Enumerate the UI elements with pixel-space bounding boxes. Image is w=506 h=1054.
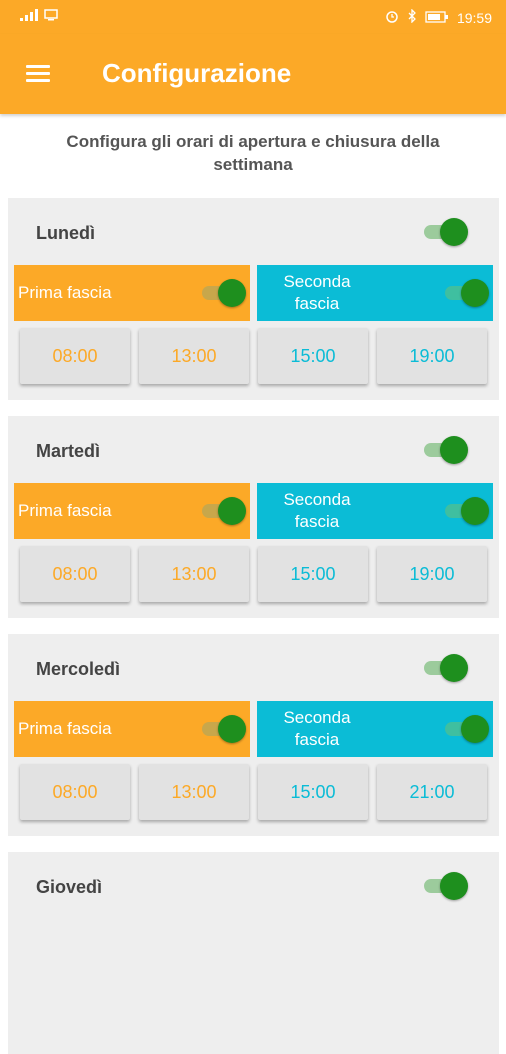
first-open-time-button[interactable]: 08:00 (20, 328, 130, 384)
intro-text: Configura gli orari di apertura e chiusu… (66, 132, 440, 174)
menu-icon[interactable] (24, 62, 54, 84)
second-open-time-button[interactable]: 15:00 (258, 328, 368, 384)
second-band-label: Seconda fascia (283, 272, 351, 313)
alarm-icon (385, 9, 399, 26)
day-toggle[interactable] (420, 217, 468, 247)
second-band: Seconda fascia (257, 701, 493, 757)
signal-icon (20, 9, 38, 24)
status-time: 19:59 (456, 9, 492, 26)
battery-icon (425, 10, 449, 26)
day-card-martedi: Martedì Prima fascia Seconda fascia 08:0… (8, 416, 499, 618)
day-label: Mercoledì (36, 659, 121, 679)
bluetooth-icon (407, 8, 417, 26)
second-band-toggle[interactable] (441, 278, 489, 308)
first-band-toggle[interactable] (198, 278, 246, 308)
first-band: Prima fascia (14, 701, 250, 757)
first-close-time-button[interactable]: 13:00 (139, 764, 249, 820)
second-close-time-button[interactable]: 21:00 (377, 764, 487, 820)
status-right: 19:59 (385, 8, 492, 26)
status-left (20, 9, 58, 24)
app-bar: Configurazione (0, 34, 506, 114)
day-toggle[interactable] (420, 653, 468, 683)
second-close-time-button[interactable]: 19:00 (377, 328, 487, 384)
day-card-giovedi: Giovedì (8, 852, 499, 1054)
first-open-time-button[interactable]: 08:00 (20, 546, 130, 602)
second-band: Seconda fascia (257, 483, 493, 539)
second-band-label: Seconda fascia (283, 708, 351, 749)
second-close-time-button[interactable]: 19:00 (377, 546, 487, 602)
day-card-mercoledi: Mercoledì Prima fascia Seconda fascia 08… (8, 634, 499, 836)
day-label: Lunedì (36, 223, 95, 243)
first-close-time-button[interactable]: 13:00 (139, 328, 249, 384)
second-band-toggle[interactable] (441, 714, 489, 744)
first-band-label: Prima fascia (18, 283, 112, 302)
day-toggle[interactable] (420, 435, 468, 465)
first-band: Prima fascia (14, 483, 250, 539)
status-bar: 19:59 (0, 0, 506, 34)
first-band-label: Prima fascia (18, 501, 112, 520)
second-band: Seconda fascia (257, 265, 493, 321)
day-label: Martedì (36, 441, 101, 461)
second-band-toggle[interactable] (441, 496, 489, 526)
day-card-lunedi: Lunedì Prima fascia Seconda fascia 08:00… (8, 198, 499, 400)
first-close-time-button[interactable]: 13:00 (139, 546, 249, 602)
first-band-label: Prima fascia (18, 719, 112, 738)
day-toggle[interactable] (420, 871, 468, 901)
second-open-time-button[interactable]: 15:00 (258, 546, 368, 602)
second-open-time-button[interactable]: 15:00 (258, 764, 368, 820)
cast-icon (44, 9, 58, 24)
first-band-toggle[interactable] (198, 714, 246, 744)
page-title: Configurazione (102, 58, 292, 88)
day-label: Giovedì (36, 877, 103, 897)
first-band: Prima fascia (14, 265, 250, 321)
first-band-toggle[interactable] (198, 496, 246, 526)
first-open-time-button[interactable]: 08:00 (20, 764, 130, 820)
second-band-label: Seconda fascia (283, 490, 351, 531)
